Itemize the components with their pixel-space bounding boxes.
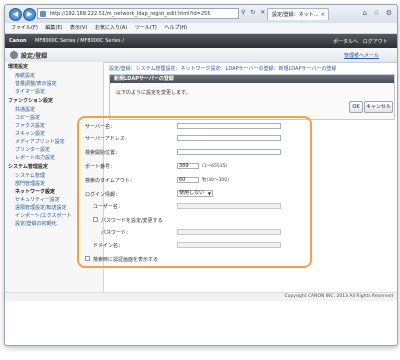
server-name-label: サーバー名：	[85, 124, 115, 130]
menu-tools[interactable]: ツール(T)	[135, 23, 157, 33]
chevron-down-icon: ▼	[207, 191, 211, 196]
password-label: パスワード：	[101, 230, 132, 236]
page-icon	[40, 11, 46, 17]
back-button[interactable]: ◀	[9, 8, 22, 21]
panel-message: 以下のように設定を変更します。	[116, 90, 191, 96]
domain-input[interactable]	[177, 242, 281, 248]
server-address-label: サーバーアドレス：	[85, 136, 130, 142]
sidebar-item-timer[interactable]: タイマー設定	[5, 88, 103, 96]
window-icons: ⌂ ☆ ⚙	[359, 9, 392, 17]
menu-file[interactable]: ファイル(F)	[11, 23, 38, 33]
url-text: http://192.168.222.51/m_network_ldap_reg…	[50, 11, 211, 17]
refresh-icon[interactable]: ↻	[250, 9, 255, 16]
server-address-input[interactable]	[177, 135, 281, 141]
star-icon[interactable]: ☆	[373, 9, 379, 17]
set-password-checkbox[interactable]	[93, 217, 98, 222]
password-input[interactable]	[177, 229, 281, 235]
confirm-auth-label: 検索時に認証画面を表示する	[93, 257, 159, 263]
timeout-label: 検索のタイムアウト：	[85, 178, 135, 184]
set-password-label: パスワードを設定/変更する	[101, 218, 163, 224]
sidebar-item-paper[interactable]: 用紙設定	[5, 72, 103, 80]
panel-title: 新規LDAPサーバーの登録	[110, 75, 394, 83]
breadcrumb[interactable]: 設定/登録：システム管理設定：ネットワーク設定：LDAPサーバーの登録：新規LD…	[109, 65, 393, 72]
page-title-bar: 設定/登録 管理者へメール	[5, 48, 397, 63]
form-fields: サーバー名： サーバーアドレス： 検索開始位置： ポート番号： 389 (1〜6…	[79, 118, 310, 266]
port-hint: (1〜65535)	[202, 164, 228, 169]
address-controls: ⚲ ↻ ✕	[241, 9, 268, 16]
search-root-label: 検索開始位置：	[85, 150, 121, 156]
sidebar-group-title: ファンクション設定	[8, 98, 54, 104]
tab-close-icon[interactable]: ×	[321, 9, 325, 20]
login-select-value: 使用しない	[179, 190, 205, 196]
sidebar-item-volume[interactable]: 音量調整/表示設定	[5, 80, 103, 88]
forward-button[interactable]: ▶	[23, 8, 36, 21]
brand-logo: Canon	[9, 38, 27, 44]
logout-link[interactable]: ログアウト	[363, 39, 388, 45]
user-name-label: ユーザー名：	[93, 204, 123, 210]
cancel-button[interactable]: キャンセル	[364, 101, 393, 113]
device-model: MF8000C Series / MF8000C Series /	[35, 38, 124, 44]
page-title: 設定/登録	[21, 53, 48, 60]
browser-tab[interactable]: 設定/登録：ネット… ×	[267, 8, 329, 20]
brand-bar: Canon MF8000C Series / MF8000C Series / …	[5, 34, 397, 48]
confirm-auth-checkbox[interactable]	[85, 256, 90, 261]
server-name-input[interactable]	[177, 123, 281, 129]
menu-help[interactable]: ヘルプ(H)	[164, 23, 187, 33]
ok-button[interactable]: OK	[349, 101, 363, 113]
settings-icon	[10, 51, 18, 59]
settings-panel: 新規LDAPサーバーの登録 以下のように設定を変更します。 OK キャンセル	[109, 74, 395, 120]
admin-mail-link[interactable]: 管理者へメール	[344, 52, 379, 59]
portal-links: ポータルへ ログアウト	[333, 38, 388, 45]
ldap-form: サーバー名： サーバーアドレス： 検索開始位置： ポート番号： 389 (1〜6…	[77, 116, 312, 268]
port-label: ポート番号：	[85, 164, 116, 170]
footer: Copyright CANON INC. 2013 All Rights Res…	[5, 292, 397, 301]
search-icon[interactable]: ⚲	[241, 9, 245, 16]
login-select[interactable]: 使用しない ▼	[177, 190, 213, 197]
tab-title: 設定/登録：ネット…	[272, 12, 319, 18]
sidebar-item-common[interactable]: 共通設定	[5, 106, 103, 114]
menu-view[interactable]: 表示(V)	[70, 23, 87, 33]
menu-bar: ファイル(F) 編集(E) 表示(V) お気に入り(A) ツール(T) ヘルプ(…	[5, 23, 397, 34]
portal-link[interactable]: ポータルへ	[333, 39, 358, 45]
port-input[interactable]: 389	[177, 163, 199, 169]
menu-favorites[interactable]: お気に入り(A)	[95, 23, 127, 33]
url-field[interactable]: http://192.168.222.51/m_network_ldap_reg…	[37, 8, 239, 19]
copyright: Copyright CANON INC. 2013 All Rights Res…	[284, 294, 393, 299]
user-name-input[interactable]	[177, 203, 281, 209]
close-icon[interactable]: ✕	[260, 9, 265, 16]
domain-label: ドメイン名：	[93, 243, 124, 249]
address-bar: ◀ ▶ http://192.168.222.51/m_network_ldap…	[5, 5, 397, 24]
timeout-input[interactable]: 60	[177, 177, 199, 183]
search-root-input[interactable]	[177, 149, 281, 155]
menu-edit[interactable]: 編集(E)	[45, 23, 62, 33]
gear-icon[interactable]: ⚙	[386, 9, 392, 17]
timeout-hint: 秒(30〜300)	[202, 178, 229, 183]
home-icon[interactable]: ⌂	[363, 9, 367, 17]
sidebar-group-title: 環境設定	[8, 64, 29, 70]
login-label: ログイン情報：	[85, 192, 121, 198]
